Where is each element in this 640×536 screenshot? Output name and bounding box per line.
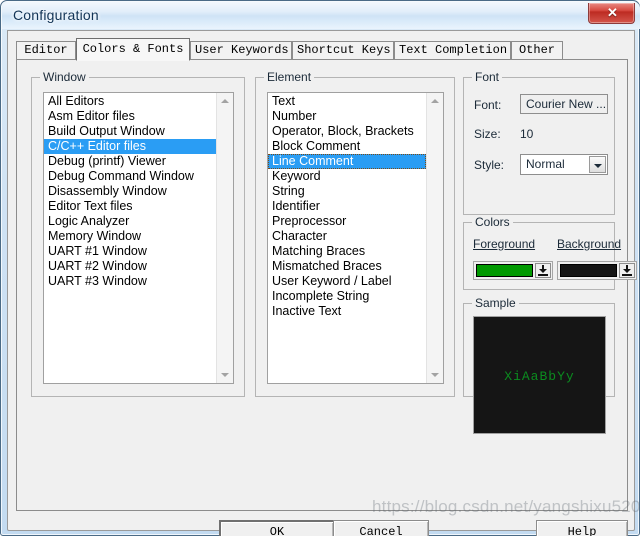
help-button[interactable]: Help	[536, 520, 628, 536]
list-item[interactable]: Text	[268, 94, 426, 109]
colors-group: Colors Foreground Background	[463, 215, 637, 290]
style-select-value: Normal	[526, 157, 565, 171]
chevron-up-icon	[221, 99, 229, 103]
chevron-down-icon	[431, 373, 439, 377]
close-icon: ✕	[607, 5, 618, 20]
list-item[interactable]: String	[268, 184, 426, 199]
background-color-swatch	[560, 264, 617, 277]
scroll-up-button[interactable]	[217, 93, 233, 109]
size-value: 10	[520, 127, 534, 141]
tab-content-panel: Window All Editors Asm Editor files Buil…	[16, 59, 637, 511]
chevron-down-icon	[594, 164, 602, 168]
list-item[interactable]: Build Output Window	[44, 124, 216, 139]
color-dropdown-icon	[620, 264, 634, 277]
dialog-window: Configuration ✕ Editor Colors & Fonts Us…	[0, 0, 640, 536]
title-bar: Configuration ✕	[2, 2, 640, 29]
list-item[interactable]: Editor Text files	[44, 199, 216, 214]
style-select-dropdown-button[interactable]	[589, 156, 606, 173]
list-item[interactable]: All Editors	[44, 94, 216, 109]
font-group-label: Font	[472, 70, 503, 84]
list-item[interactable]: Number	[268, 109, 426, 124]
list-item[interactable]: Mismatched Braces	[268, 259, 426, 274]
element-list-items: Text Number Operator, Block, Brackets Bl…	[268, 94, 426, 319]
tab-colors-fonts[interactable]: Colors & Fonts	[76, 38, 190, 61]
style-select[interactable]: Normal	[520, 154, 608, 175]
list-item[interactable]: Debug Command Window	[44, 169, 216, 184]
tab-shortcut-keys[interactable]: Shortcut Keys	[292, 41, 394, 60]
scroll-down-button[interactable]	[217, 367, 233, 383]
background-color-picker[interactable]	[557, 261, 637, 280]
screenshot-root: Configuration ✕ Editor Colors & Fonts Us…	[0, 0, 640, 536]
list-item[interactable]: Disassembly Window	[44, 184, 216, 199]
list-item[interactable]: Inactive Text	[268, 304, 426, 319]
foreground-label: Foreground	[473, 237, 535, 251]
list-item[interactable]: Keyword	[268, 169, 426, 184]
cancel-button[interactable]: Cancel	[333, 520, 429, 536]
list-item[interactable]: Logic Analyzer	[44, 214, 216, 229]
window-title: Configuration	[13, 7, 99, 23]
list-item[interactable]: Preprocessor	[268, 214, 426, 229]
sample-group: Sample XiAaBbYy	[463, 296, 615, 434]
window-list-items: All Editors Asm Editor files Build Outpu…	[44, 94, 216, 289]
list-item[interactable]: Matching Braces	[268, 244, 426, 259]
font-picker-button[interactable]: Courier New ...	[520, 94, 608, 114]
style-label: Style:	[474, 158, 505, 172]
foreground-color-swatch	[476, 264, 533, 277]
list-item[interactable]: UART #2 Window	[44, 259, 216, 274]
element-listbox[interactable]: Text Number Operator, Block, Brackets Bl…	[267, 92, 444, 384]
font-label: Font:	[474, 98, 502, 112]
background-label-text: Background	[557, 237, 622, 251]
close-button[interactable]: ✕	[588, 3, 635, 24]
element-list-scrollbar[interactable]	[426, 93, 443, 383]
list-item-selected[interactable]: C/C++ Editor files	[44, 139, 216, 154]
list-item[interactable]: Character	[268, 229, 426, 244]
colors-group-label: Colors	[472, 215, 513, 229]
tab-text-completion[interactable]: Text Completion	[394, 41, 511, 60]
sample-preview: XiAaBbYy	[473, 316, 606, 434]
window-list-scrollbar[interactable]	[216, 93, 233, 383]
tab-user-keywords[interactable]: User Keywords	[190, 41, 292, 60]
background-dropdown-button[interactable]	[619, 263, 635, 278]
tab-other[interactable]: Other	[511, 41, 563, 60]
scroll-up-button[interactable]	[427, 93, 443, 109]
background-label: Background	[557, 237, 621, 251]
window-group-label: Window	[40, 70, 89, 84]
foreground-color-picker[interactable]	[473, 261, 553, 280]
color-dropdown-icon	[536, 264, 550, 277]
list-item[interactable]: Memory Window	[44, 229, 216, 244]
list-item[interactable]: Identifier	[268, 199, 426, 214]
list-item[interactable]: Asm Editor files	[44, 109, 216, 124]
sample-group-label: Sample	[472, 296, 519, 310]
element-group-label: Element	[264, 70, 315, 84]
foreground-dropdown-button[interactable]	[535, 263, 551, 278]
chevron-up-icon	[431, 99, 439, 103]
list-item[interactable]: Block Comment	[268, 139, 426, 154]
sample-text: XiAaBbYy	[504, 369, 575, 384]
tab-editor[interactable]: Editor	[16, 41, 76, 60]
list-item[interactable]: User Keyword / Label	[268, 274, 426, 289]
list-item[interactable]: UART #1 Window	[44, 244, 216, 259]
tab-strip: Editor Colors & Fonts User Keywords Shor…	[16, 38, 628, 61]
scroll-down-button[interactable]	[427, 367, 443, 383]
chevron-down-icon	[221, 373, 229, 377]
dialog-client: Editor Colors & Fonts User Keywords Shor…	[7, 30, 637, 536]
ok-button[interactable]: OK	[219, 520, 335, 536]
list-item[interactable]: Incomplete String	[268, 289, 426, 304]
list-item-selected[interactable]: Line Comment	[268, 154, 426, 169]
window-group: Window All Editors Asm Editor files Buil…	[31, 70, 245, 397]
list-item[interactable]: Debug (printf) Viewer	[44, 154, 216, 169]
font-group: Font Font: Courier New ... Size: 10 Styl…	[463, 70, 615, 215]
element-group: Element Text Number Operator, Block, Bra…	[255, 70, 455, 397]
list-item[interactable]: UART #3 Window	[44, 274, 216, 289]
size-label: Size:	[474, 127, 501, 141]
foreground-label-text: Foreground	[473, 237, 536, 251]
window-listbox[interactable]: All Editors Asm Editor files Build Outpu…	[43, 92, 234, 384]
list-item[interactable]: Operator, Block, Brackets	[268, 124, 426, 139]
